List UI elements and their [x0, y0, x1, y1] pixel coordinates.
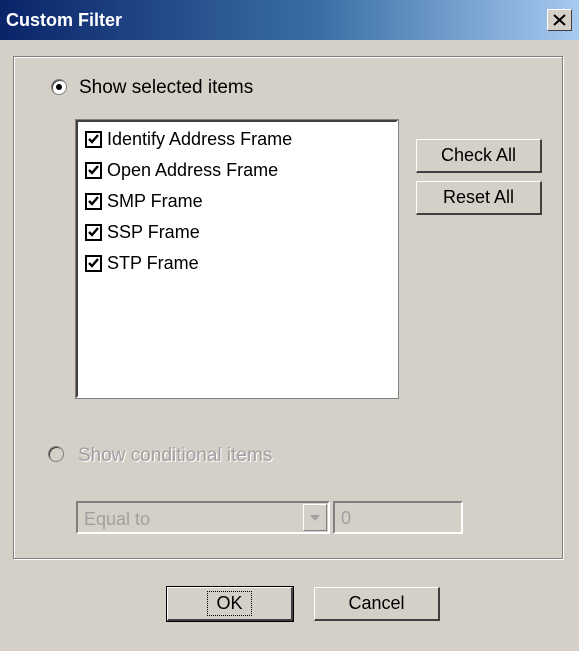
- check-all-button[interactable]: Check All: [416, 139, 542, 173]
- item-checkbox[interactable]: [85, 130, 102, 148]
- checkmark-icon: [88, 227, 99, 237]
- item-label: Open Address Frame: [107, 159, 279, 180]
- list-item[interactable]: Identify Address Frame: [85, 126, 292, 152]
- ok-button[interactable]: OK: [166, 586, 294, 622]
- operator-select[interactable]: Equal to: [76, 501, 330, 534]
- checkmark-icon: [88, 165, 99, 175]
- close-button[interactable]: [547, 9, 572, 31]
- reset-all-button[interactable]: Reset All: [416, 181, 542, 215]
- cancel-label: Cancel: [348, 593, 405, 613]
- close-x-icon: [553, 14, 566, 26]
- item-list[interactable]: Identify Address Frame Open Address Fram…: [76, 120, 398, 398]
- item-checkbox[interactable]: [85, 192, 102, 210]
- chevron-down-icon: [310, 514, 320, 521]
- list-item[interactable]: STP Frame: [85, 250, 199, 276]
- item-label: STP Frame: [107, 252, 199, 273]
- item-label: Identify Address Frame: [107, 128, 293, 149]
- checkmark-icon: [88, 258, 99, 268]
- check-all-label: Check All: [440, 145, 517, 165]
- item-checkbox[interactable]: [85, 223, 102, 241]
- list-item[interactable]: Open Address Frame: [85, 157, 278, 183]
- show-selected-label[interactable]: Show selected items: [79, 77, 253, 99]
- item-checkbox[interactable]: [85, 161, 102, 179]
- dialog-title: Custom Filter: [6, 10, 123, 30]
- item-checkbox[interactable]: [85, 254, 102, 272]
- ok-label: OK: [207, 591, 252, 616]
- item-label: SMP Frame: [107, 190, 203, 211]
- show-conditional-label[interactable]: Show conditional items: [78, 445, 272, 467]
- cancel-button[interactable]: Cancel: [314, 587, 440, 621]
- title-bar[interactable]: Custom Filter: [0, 0, 579, 40]
- reset-all-label: Reset All: [442, 187, 515, 207]
- list-item[interactable]: SMP Frame: [85, 188, 203, 214]
- show-selected-radio[interactable]: [51, 79, 67, 95]
- checkmark-icon: [88, 196, 99, 206]
- dropdown-arrow-button[interactable]: [303, 504, 327, 531]
- checkmark-icon: [88, 134, 99, 144]
- radio-selected-dot: [56, 84, 62, 90]
- condition-value-text: 0: [341, 508, 352, 528]
- condition-value-field[interactable]: 0: [333, 501, 463, 534]
- show-conditional-radio[interactable]: [48, 446, 64, 462]
- list-item[interactable]: SSP Frame: [85, 219, 200, 245]
- custom-filter-dialog: Custom Filter Show selected items Identi…: [0, 0, 579, 651]
- item-label: SSP Frame: [107, 221, 200, 242]
- operator-value: Equal to: [84, 509, 151, 529]
